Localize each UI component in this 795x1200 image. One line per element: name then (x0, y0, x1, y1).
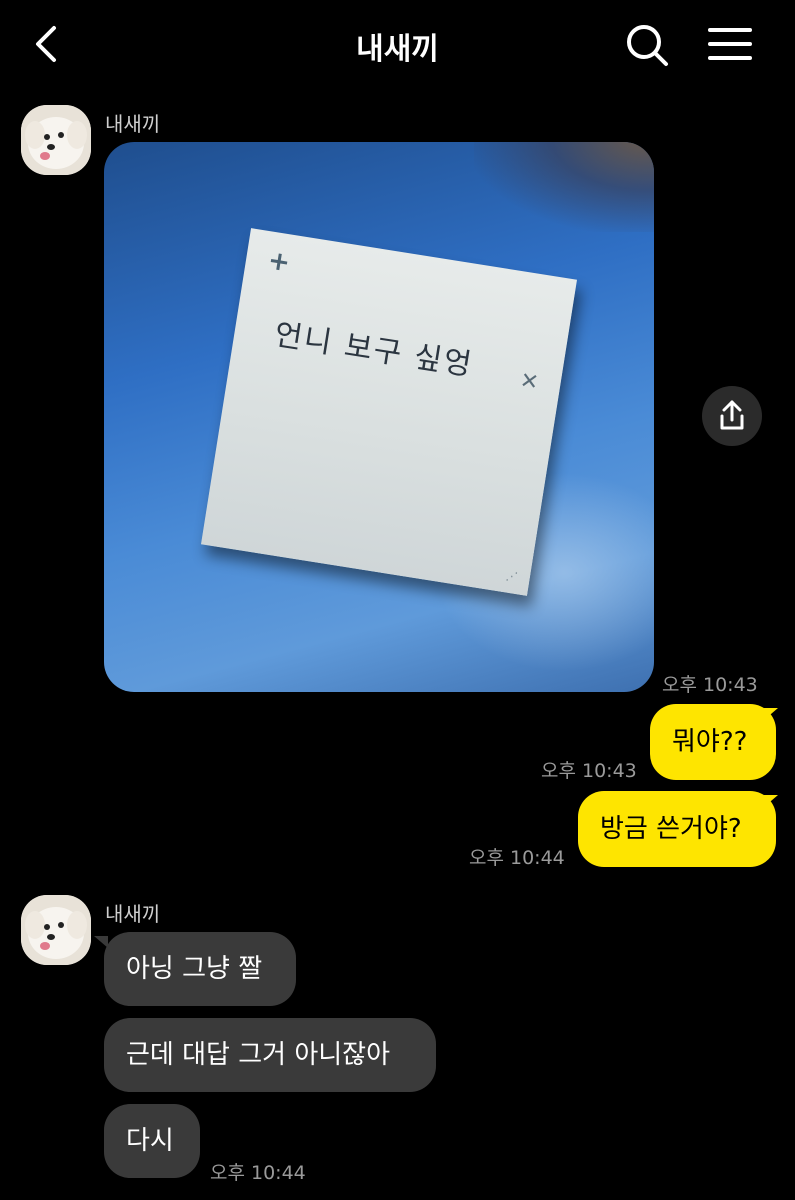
bubble-tail (764, 795, 778, 807)
timestamp: 오후 10:44 (210, 1162, 306, 1184)
plus-icon: + (265, 245, 293, 279)
search-button[interactable] (622, 20, 672, 70)
message-text: 아닝 그냥 짤 (126, 954, 263, 984)
sender-name: 내새끼 (105, 902, 161, 926)
timestamp: 오후 10:43 (662, 674, 758, 696)
sender-name: 내새끼 (105, 112, 161, 136)
message-text: 뭐야?? (672, 727, 748, 757)
my-message-bubble[interactable]: 방금 쓴거야? (578, 791, 776, 867)
avatar[interactable] (21, 895, 91, 965)
their-message-bubble[interactable]: 다시 (104, 1104, 200, 1178)
menu-button[interactable] (705, 22, 755, 66)
timestamp: 오후 10:43 (541, 760, 637, 782)
chat-header: 내새끼 (0, 0, 795, 90)
avatar[interactable] (21, 105, 91, 175)
dog-avatar-icon (21, 105, 91, 175)
search-icon (627, 25, 668, 66)
hamburger-menu-icon (708, 28, 752, 60)
their-message-bubble[interactable]: 근데 대답 그거 아니잖아 (104, 1018, 436, 1092)
photo-message[interactable]: + ✕ 언니 보구 싶엉 ⋰ (104, 142, 654, 692)
message-text: 방금 쓴거야? (600, 814, 742, 844)
resize-grip-icon: ⋰ (504, 568, 519, 585)
my-message-bubble[interactable]: 뭐야?? (650, 704, 776, 780)
timestamp: 오후 10:44 (469, 847, 565, 869)
close-icon: ✕ (518, 368, 541, 396)
chat-title: 내새끼 (356, 32, 439, 67)
photo-shadow (474, 142, 654, 232)
message-text: 근데 대답 그거 아니잖아 (126, 1040, 390, 1070)
share-icon (720, 400, 744, 430)
sticky-note: + ✕ 언니 보구 싶엉 ⋰ (201, 228, 577, 596)
dog-avatar-icon (21, 895, 91, 965)
sticky-note-text: 언니 보구 싶엉 (271, 317, 476, 384)
their-message-bubble[interactable]: 아닝 그냥 짤 (104, 932, 296, 1006)
share-button[interactable] (702, 386, 762, 446)
message-text: 다시 (126, 1126, 174, 1156)
bubble-tail (764, 708, 778, 720)
